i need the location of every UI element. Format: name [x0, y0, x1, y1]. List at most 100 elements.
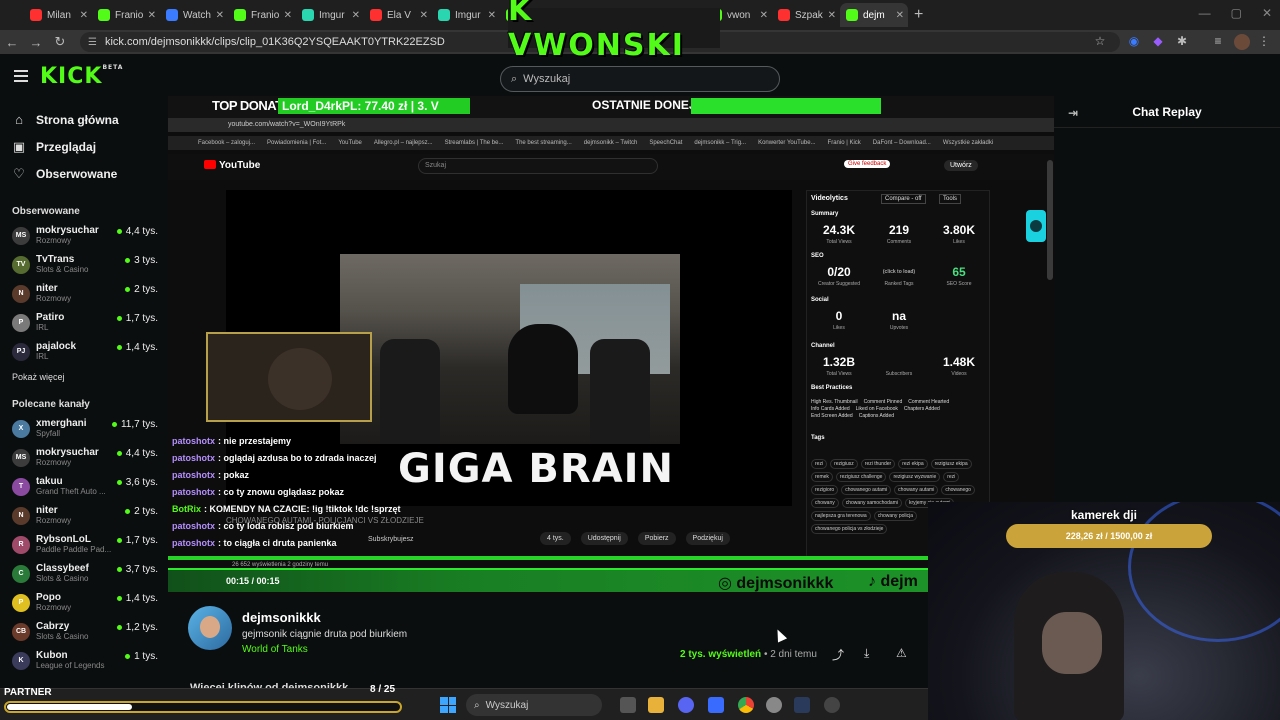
close-tab-icon[interactable]: ✕	[828, 10, 836, 21]
tag-chip: chowany policja	[873, 511, 918, 521]
reading-list-icon[interactable]: ≡	[1210, 34, 1226, 50]
channel-item[interactable]: PJ pajalock IRL 1,4 tys.	[0, 337, 168, 366]
nav-item[interactable]: ▣ Przeglądaj	[0, 133, 168, 160]
channel-item[interactable]: C Classybeef Slots & Casino 3,7 tys.	[0, 559, 168, 588]
browser-tab[interactable]: Imgur ✕	[432, 3, 500, 27]
browser-tab[interactable]: Franio ✕	[228, 3, 296, 27]
nav-item[interactable]: ♡ Obserwowane	[0, 160, 168, 187]
stat-value: 0	[835, 309, 843, 323]
bookmark-item: SpeechChat	[649, 140, 683, 146]
bookmark-item: Facebook – zaloguj...	[198, 140, 256, 146]
youtube-action-button: Podziękuj	[685, 532, 730, 545]
stat-label: SEO Score	[946, 281, 972, 287]
search-input[interactable]: ⌕ Wyszukaj	[500, 66, 780, 92]
file-explorer-icon[interactable]	[648, 697, 664, 713]
taskbar-search-input[interactable]: ⌕ Wyszukaj	[466, 694, 602, 716]
maximize-icon[interactable]: ▢	[1231, 6, 1242, 20]
obs-icon[interactable]	[794, 697, 810, 713]
report-icon[interactable]: ⚠	[896, 646, 907, 660]
minimize-icon[interactable]: —	[1199, 6, 1211, 20]
browser-tab[interactable]: Imgur ✕	[296, 3, 364, 27]
app-icon[interactable]	[708, 697, 724, 713]
kick-logo[interactable]: KICKBETA	[40, 64, 123, 89]
extension-side-button[interactable]	[1026, 210, 1046, 242]
close-tab-icon[interactable]: ✕	[148, 10, 156, 21]
close-tab-icon[interactable]: ✕	[420, 10, 428, 21]
channel-avatar: N	[12, 506, 30, 525]
extension-icon[interactable]: ◆	[1150, 34, 1166, 50]
close-tab-icon[interactable]: ✕	[80, 10, 88, 21]
browser-tab[interactable]: dejm ✕	[840, 3, 908, 27]
browser-tab[interactable]: Milan ✕	[24, 3, 92, 27]
profile-avatar[interactable]	[1234, 34, 1250, 50]
channel-name: takuu	[36, 476, 63, 487]
channel-item[interactable]: Nniter Rozmowy 2 tys.	[0, 501, 168, 530]
youtube-search-input: Szukaj	[418, 158, 658, 174]
windows-start-icon[interactable]	[440, 697, 456, 713]
close-tab-icon[interactable]: ✕	[216, 10, 224, 21]
browser-menu-icon[interactable]: ⋮	[1256, 34, 1272, 50]
nav-label: Przeglądaj	[36, 139, 97, 154]
close-window-icon[interactable]: ✕	[1262, 6, 1272, 20]
settings-icon[interactable]	[766, 697, 782, 713]
live-dot-icon	[116, 229, 122, 234]
channel-category: Slots & Casino	[36, 632, 89, 641]
forward-icon[interactable]: →	[24, 35, 48, 50]
channel-item[interactable]: P Patiro IRL 1,7 tys.	[0, 308, 168, 337]
close-tab-icon[interactable]: ✕	[896, 10, 904, 21]
taskbar-search-placeholder: Wyszukaj	[485, 699, 529, 711]
channel-item[interactable]: Xxmerghani Spyfall 11,7 tys.	[0, 414, 168, 443]
bookmark-item: dejmsonikk – Trig...	[694, 140, 747, 146]
browser-tab[interactable]: Ela V ✕	[364, 3, 432, 27]
stat-label: Likes	[833, 325, 845, 331]
channel-item[interactable]: K Kubon League of Legends 1 tys.	[0, 646, 168, 675]
back-icon[interactable]: ←	[0, 35, 24, 50]
discord-icon[interactable]	[678, 697, 694, 713]
hamburger-menu-icon[interactable]	[14, 70, 28, 82]
streamer-avatar[interactable]	[188, 606, 232, 650]
channel-item[interactable]: MS mokrysuchar Rozmowy 4,4 tys.	[0, 443, 168, 472]
channel-item[interactable]: MS mokrysuchar Rozmowy 4,4 tys.	[0, 221, 168, 250]
live-dot-icon	[116, 625, 122, 630]
close-tab-icon[interactable]: ✕	[284, 10, 292, 21]
channel-avatar: K	[12, 651, 30, 670]
download-icon[interactable]: ⤓	[864, 646, 869, 661]
top-donate-value: Lord_D4rkPL: 77.40 zł | 3. V	[278, 98, 470, 114]
close-tab-icon[interactable]: ✕	[488, 10, 496, 21]
show-more-link[interactable]: Pokaż więcej	[0, 366, 168, 388]
browser-tab[interactable]: Watch ✕	[160, 3, 228, 27]
chrome-icon[interactable]	[738, 697, 754, 713]
channel-item[interactable]: CB Cabrzy Slots & Casino 1,2 tys.	[0, 617, 168, 646]
bookmark-star-icon[interactable]: ☆	[1092, 34, 1108, 50]
new-tab-icon[interactable]: +	[914, 6, 923, 24]
video-progress-bar[interactable]	[168, 556, 928, 560]
clip-video-player[interactable]: TOP DONATE Lord_D4rkPL: 77.40 zł | 3. V …	[168, 96, 1054, 596]
extension-icon[interactable]: ◉	[1126, 34, 1142, 50]
streamer-name[interactable]: dejmsonikkk	[242, 610, 321, 625]
tag-chip: rezi ekipa	[898, 459, 928, 469]
channel-name: Kubon	[36, 650, 68, 661]
site-info-icon[interactable]: ☰	[88, 37, 97, 48]
channel-item[interactable]: P Popo Rozmowy 1,4 tys.	[0, 588, 168, 617]
share-icon[interactable]: ⤴	[832, 646, 844, 663]
browser-tab[interactable]: Szpak ✕	[772, 3, 840, 27]
collapse-chat-icon[interactable]: ⇥	[1068, 106, 1078, 120]
browser-tab[interactable]: Franio ✕	[92, 3, 160, 27]
stat-label: Likes	[953, 239, 965, 245]
close-tab-icon[interactable]: ✕	[352, 10, 360, 21]
nav-item[interactable]: ⌂ Strona główna	[0, 106, 168, 133]
channel-avatar: MS	[12, 448, 30, 467]
task-view-icon[interactable]	[620, 697, 636, 713]
channel-item[interactable]: Ttakuu Grand Theft Auto ... 3,6 tys.	[0, 472, 168, 501]
channel-item[interactable]: TV TvTrans Slots & Casino 3 tys.	[0, 250, 168, 279]
clip-category[interactable]: World of Tanks	[242, 644, 308, 655]
tab-favicon-icon	[370, 9, 382, 21]
channel-item[interactable]: R RybsonLoL Paddle Paddle Pad... 1,7 tys.	[0, 530, 168, 559]
viewer-count: 4,4 tys.	[116, 448, 158, 459]
puzzle-icon[interactable]: ✱	[1174, 34, 1190, 50]
app-icon[interactable]	[824, 697, 840, 713]
channel-item[interactable]: Nniter Rozmowy 2 tys.	[0, 279, 168, 308]
close-tab-icon[interactable]: ✕	[760, 10, 768, 21]
reload-icon[interactable]: ↻	[48, 34, 72, 50]
inner-url: youtube.com/watch?v=_WOnI9YtRPk	[168, 118, 1054, 132]
